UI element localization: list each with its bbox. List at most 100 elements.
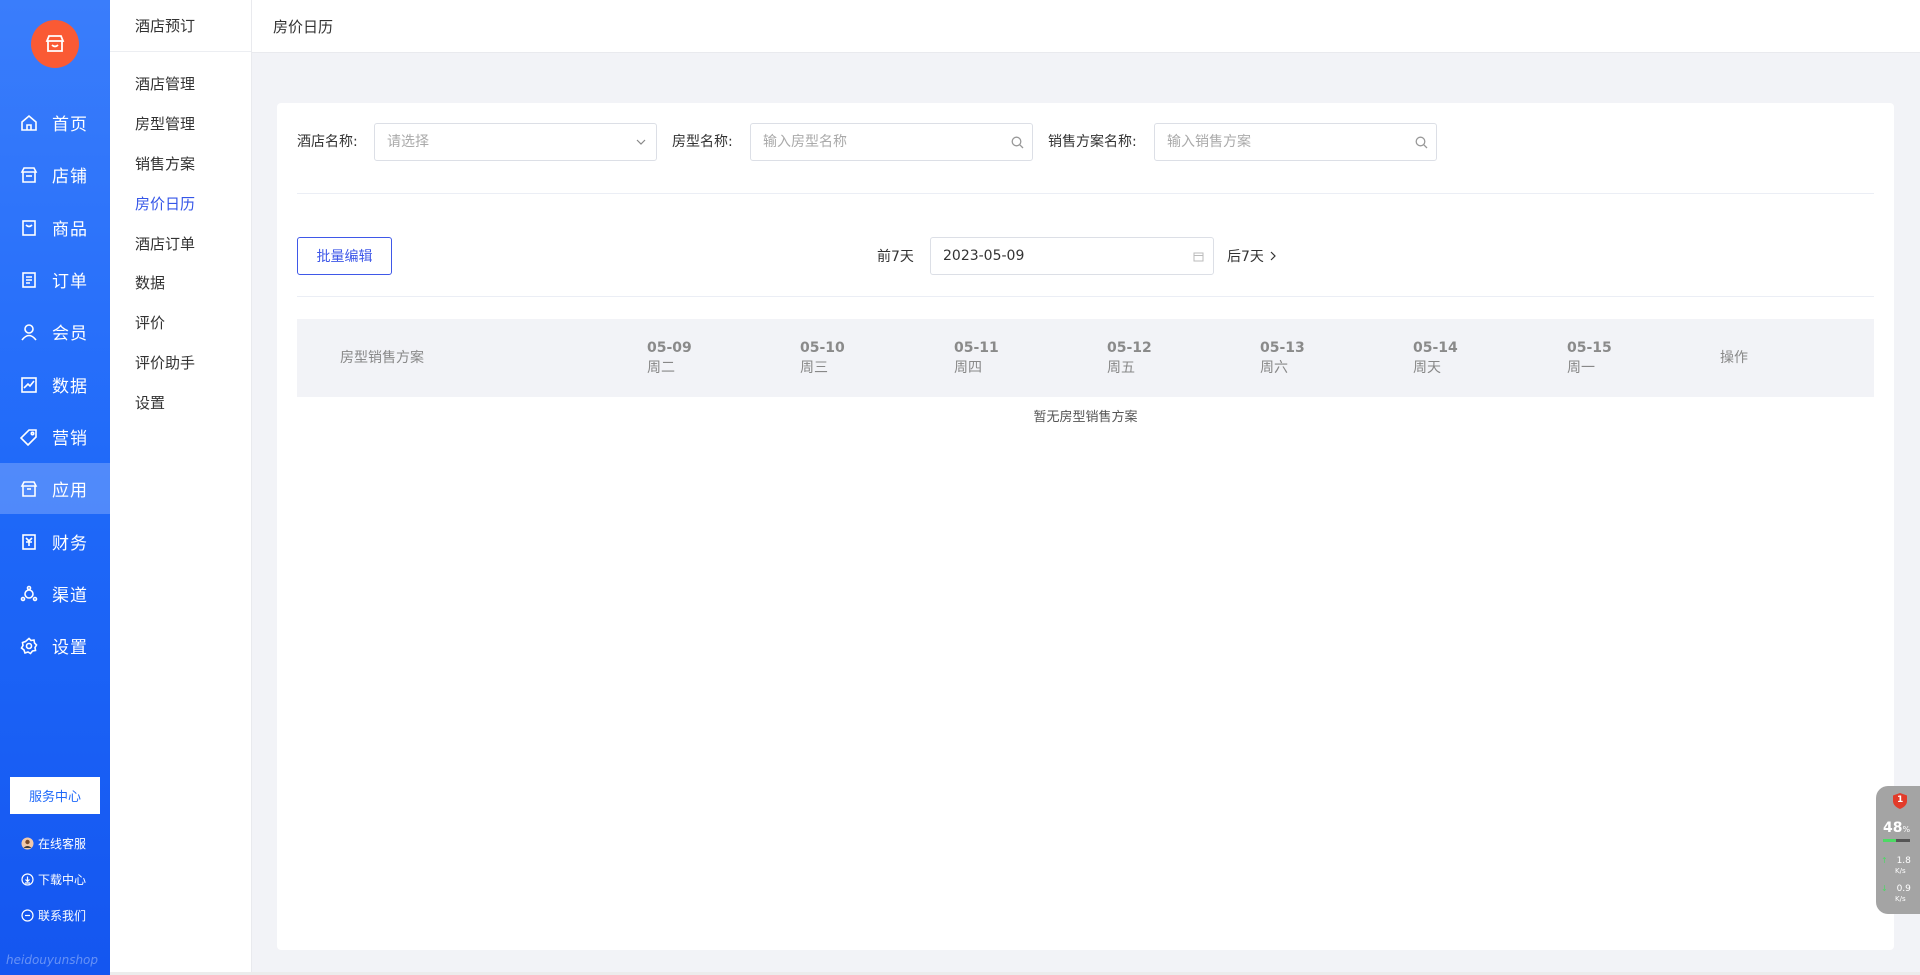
nav-item-label: 店铺 — [52, 167, 88, 187]
nav-item-member[interactable]: 会员 — [0, 306, 110, 357]
hotel-select[interactable] — [374, 123, 657, 161]
day-date: 05-12 — [1107, 340, 1152, 356]
prev-7-days-button[interactable]: 前7天 — [877, 246, 914, 266]
day-weekday: 周一 — [1567, 360, 1595, 376]
subnav-item-sales-plan[interactable]: 销售方案 — [135, 153, 195, 174]
app-box-icon — [19, 479, 39, 499]
nav-item-settings[interactable]: 设置 — [0, 620, 110, 671]
room-name-label: 房型名称: — [672, 134, 733, 150]
sales-plan-name-label: 销售方案名称: — [1048, 134, 1137, 150]
contact-us-link[interactable]: 联系我们 — [20, 905, 86, 925]
upload-speed-unit: K/s — [1895, 867, 1906, 875]
download-speed-value: 0.9 — [1896, 884, 1911, 894]
channel-icon — [19, 584, 39, 604]
online-support-link[interactable]: 在线客服 — [20, 833, 86, 853]
nav-item-marketing[interactable]: 营销 — [0, 411, 110, 462]
nav-item-goods[interactable]: 商品 — [0, 202, 110, 253]
nav-item-home[interactable]: 首页 — [0, 97, 110, 148]
content-card: 酒店名称: 房型名称: 销售方案名称: 批量编辑 前7天 后7天 房型销售方案 … — [277, 103, 1894, 950]
day-weekday: 周四 — [954, 360, 982, 376]
calendar-icon — [1183, 251, 1213, 262]
subnav-item-data[interactable]: 数据 — [135, 272, 165, 293]
subnav-item-settings[interactable]: 设置 — [135, 392, 165, 413]
download-speed-unit: K/s — [1895, 895, 1906, 903]
nav-item-order[interactable]: 订单 — [0, 254, 110, 305]
subnav-item-price-calendar[interactable]: 房价日历 — [135, 193, 195, 214]
bottom-link-label: 联系我们 — [38, 908, 87, 923]
chat-icon — [20, 908, 34, 922]
cpu-usage-value: 48 — [1883, 820, 1903, 836]
room-name-input[interactable] — [751, 133, 1002, 151]
column-header-room-plan: 房型销售方案 — [340, 350, 424, 366]
date-picker[interactable] — [930, 237, 1214, 275]
column-header-day: 05-10 周三 — [800, 338, 845, 378]
nav-item-data[interactable]: 数据 — [0, 359, 110, 410]
secondary-sidebar: 酒店预订 酒店管理 房型管理 销售方案 房价日历 酒店订单 数据 评价 评价助手… — [110, 0, 252, 975]
sales-plan-input[interactable] — [1155, 133, 1406, 151]
nav-item-label: 数据 — [52, 377, 88, 397]
nav-item-label: 首页 — [52, 115, 88, 135]
room-name-field[interactable] — [750, 123, 1033, 161]
subnav-item-hotel-manage[interactable]: 酒店管理 — [135, 73, 195, 94]
cpu-usage-bar-fill — [1883, 839, 1896, 842]
chevron-right-icon — [1270, 251, 1276, 261]
column-header-day: 05-11 周四 — [954, 338, 999, 378]
day-weekday: 周天 — [1413, 360, 1441, 376]
download-arrow-icon: ↓ — [1881, 884, 1888, 893]
cpu-usage-unit: % — [1902, 825, 1911, 834]
download-center-link[interactable]: 下载中心 — [20, 869, 86, 889]
search-icon[interactable] — [1406, 136, 1436, 149]
chevron-down-icon — [626, 139, 656, 145]
day-weekday: 周六 — [1260, 360, 1288, 376]
top-bar: 房价日历 — [252, 0, 1920, 53]
cpu-usage: 48% — [1883, 820, 1910, 836]
brand-watermark: heidouyunshop — [6, 953, 99, 967]
finance-icon — [19, 532, 39, 552]
nav-item-channel[interactable]: 渠道 — [0, 568, 110, 619]
network-monitor-widget[interactable]: 1 48% ↑ 1.8 K/s ↓ 0.9 K/s — [1876, 786, 1920, 914]
column-header-day: 05-13 周六 — [1260, 338, 1305, 378]
day-weekday: 周五 — [1107, 360, 1135, 376]
subnav-item-reviews[interactable]: 评价 — [135, 312, 165, 333]
sales-plan-field[interactable] — [1154, 123, 1437, 161]
nav-item-label: 设置 — [52, 638, 88, 658]
day-date: 05-13 — [1260, 340, 1305, 356]
empty-state-text: 暂无房型销售方案 — [1033, 410, 1138, 425]
nav-item-finance[interactable]: 财务 — [0, 516, 110, 567]
column-header-day: 05-12 周五 — [1107, 338, 1152, 378]
hotel-name-label: 酒店名称: — [297, 134, 358, 150]
subnav-item-review-assistant[interactable]: 评价助手 — [135, 352, 195, 373]
upload-speed: ↑ 1.8 K/s — [1881, 856, 1911, 876]
upload-arrow-icon: ↑ — [1881, 856, 1888, 865]
home-icon — [19, 113, 39, 133]
store-logo[interactable] — [31, 20, 79, 68]
primary-sidebar: 首页 店铺 商品 订单 会员 数据 营销 应用 财务 渠道 设置 服务中心 在线… — [0, 0, 110, 975]
day-weekday: 周三 — [800, 360, 828, 376]
day-date: 05-09 — [647, 340, 692, 356]
subnav-item-hotel-orders[interactable]: 酒店订单 — [135, 233, 195, 254]
order-icon — [19, 270, 39, 290]
page-title: 房价日历 — [273, 17, 334, 36]
avatar-icon — [20, 836, 34, 850]
batch-edit-button[interactable]: 批量编辑 — [297, 237, 392, 275]
nav-item-label: 财务 — [52, 534, 88, 554]
date-input[interactable] — [931, 247, 1183, 265]
next-7-days-button[interactable]: 后7天 — [1227, 246, 1276, 266]
nav-item-store[interactable]: 店铺 — [0, 149, 110, 200]
subnav-item-room-manage[interactable]: 房型管理 — [135, 113, 195, 134]
day-weekday: 周二 — [647, 360, 675, 376]
nav-item-label: 会员 — [52, 324, 88, 344]
gear-icon — [19, 636, 39, 656]
nav-item-label: 应用 — [52, 481, 88, 501]
nav-item-label: 商品 — [52, 220, 88, 240]
day-date: 05-11 — [954, 340, 999, 356]
column-header-day: 05-14 周天 — [1413, 338, 1458, 378]
nav-item-apps[interactable]: 应用 — [0, 463, 110, 514]
download-speed: ↓ 0.9 K/s — [1881, 884, 1911, 904]
divider — [297, 193, 1874, 194]
service-center-button[interactable]: 服务中心 — [10, 777, 100, 814]
nav-item-label: 订单 — [52, 272, 88, 292]
search-icon[interactable] — [1002, 136, 1032, 149]
hotel-select-input[interactable] — [375, 133, 626, 151]
subnav-title: 酒店预订 — [110, 0, 251, 52]
